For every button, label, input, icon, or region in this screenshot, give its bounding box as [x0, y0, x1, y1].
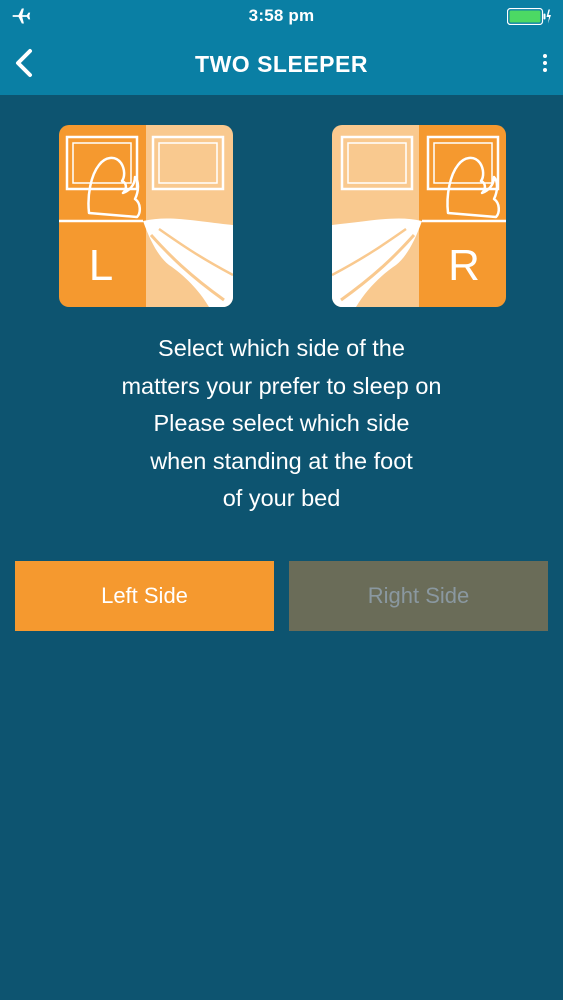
- status-bar: 3:58 pm: [0, 0, 563, 32]
- right-letter: R: [448, 241, 480, 290]
- instruction-line: Select which side of the: [158, 335, 405, 361]
- app-screen: 3:58 pm TWO SLEEPER L R Select which sid…: [0, 0, 563, 1000]
- status-time: 3:58 pm: [248, 6, 315, 25]
- more-vertical-icon: [543, 54, 547, 72]
- instruction-line: Please select which side: [153, 410, 410, 436]
- instruction-line: matters your prefer to sleep on: [121, 372, 442, 399]
- navigation-bar: TWO SLEEPER: [0, 32, 563, 95]
- left-side-bed-icon[interactable]: L: [59, 125, 233, 307]
- instruction-text: Select which side of the matters your pr…: [40, 330, 523, 518]
- bed-sleeper-right-icon: R: [332, 125, 506, 307]
- right-side-bed-icon[interactable]: R: [332, 125, 506, 307]
- right-side-button[interactable]: Right Side: [289, 561, 548, 631]
- bed-sleeper-left-icon: L: [59, 125, 233, 307]
- left-letter: L: [89, 241, 113, 290]
- instruction-line: when standing at the foot: [150, 447, 413, 474]
- battery-icon: [507, 8, 551, 25]
- more-menu-button[interactable]: [535, 48, 555, 78]
- left-side-button[interactable]: Left Side: [15, 561, 274, 631]
- instruction-line: of your bed: [222, 485, 341, 511]
- charging-bolt-icon: [546, 9, 551, 24]
- page-title: TWO SLEEPER: [195, 51, 368, 77]
